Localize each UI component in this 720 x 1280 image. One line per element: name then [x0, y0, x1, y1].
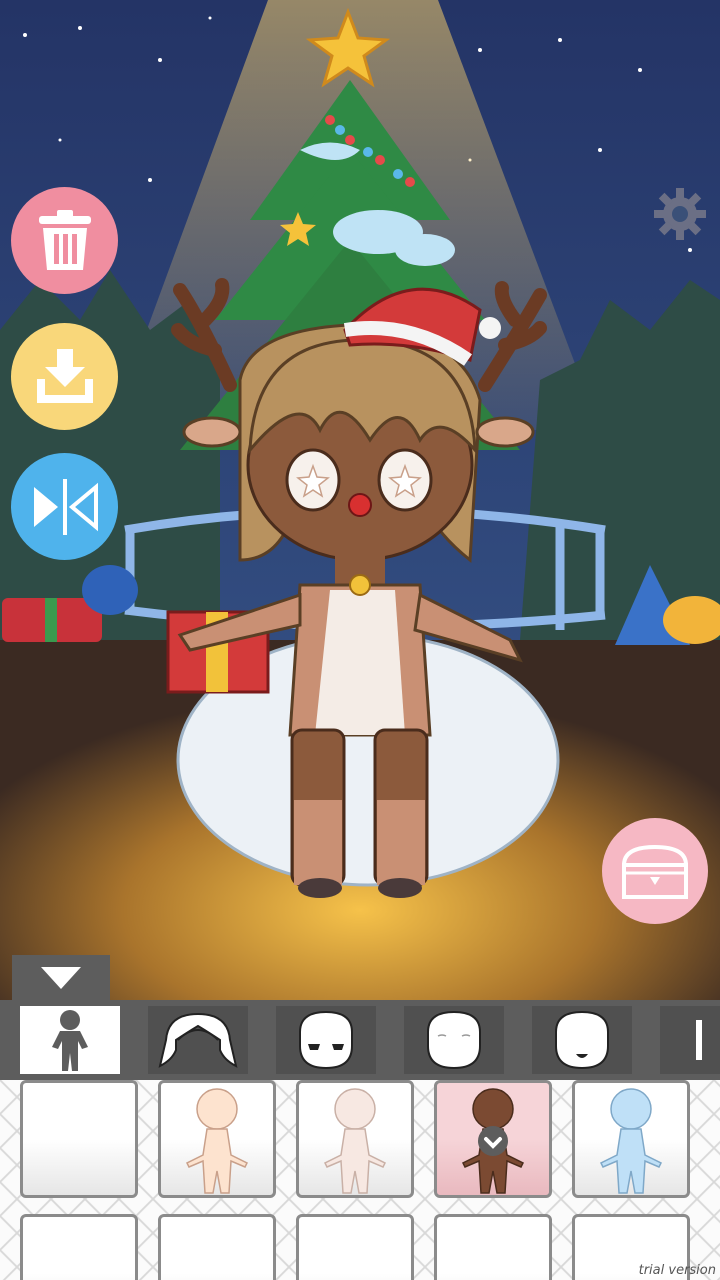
- body-option-row2[interactable]: [158, 1214, 276, 1280]
- hair-icon: [158, 1012, 238, 1068]
- collapse-panel-button[interactable]: [12, 955, 110, 1000]
- body-option-row2[interactable]: [434, 1214, 552, 1280]
- item-grid: trial version: [0, 1080, 720, 1280]
- settings-button[interactable]: [652, 186, 708, 242]
- body-preview: [323, 1088, 387, 1194]
- body-option-row2[interactable]: [20, 1214, 138, 1280]
- download-button[interactable]: [11, 323, 118, 430]
- chest-button[interactable]: [602, 818, 708, 924]
- tab-mouth[interactable]: [532, 1006, 632, 1074]
- tab-face-shape[interactable]: [404, 1006, 504, 1074]
- tab-hair[interactable]: [148, 1006, 248, 1074]
- checkmark-icon: [478, 1126, 508, 1156]
- face-mouth-icon: [555, 1010, 609, 1070]
- partial-tab-icon: [696, 1020, 702, 1060]
- gear-icon: [654, 188, 706, 240]
- body-preview: [599, 1088, 663, 1194]
- body-icon: [52, 1010, 88, 1071]
- trash-button[interactable]: [11, 187, 118, 294]
- face-eyes-icon: [299, 1010, 353, 1070]
- tab-eyes[interactable]: [276, 1006, 376, 1074]
- tab-body[interactable]: [20, 1006, 120, 1074]
- body-option-row2[interactable]: [296, 1214, 414, 1280]
- download-icon: [36, 348, 93, 403]
- flip-button[interactable]: [11, 453, 118, 560]
- body-option-dark[interactable]: [434, 1080, 552, 1198]
- body-option-pale[interactable]: [296, 1080, 414, 1198]
- tab-next[interactable]: [660, 1006, 720, 1074]
- flip-icon: [33, 478, 98, 535]
- body-option-blue[interactable]: [572, 1080, 690, 1198]
- trash-icon: [38, 209, 91, 270]
- chest-icon: [621, 844, 689, 899]
- game-scene: [0, 0, 720, 1000]
- body-option-none[interactable]: [20, 1080, 138, 1198]
- body-preview: [185, 1088, 249, 1194]
- triangle-down-icon: [41, 966, 81, 989]
- body-option-light[interactable]: [158, 1080, 276, 1198]
- face-blank-icon: [427, 1010, 481, 1070]
- trial-watermark: trial version: [638, 1263, 716, 1278]
- category-tab-bar: [0, 1000, 720, 1080]
